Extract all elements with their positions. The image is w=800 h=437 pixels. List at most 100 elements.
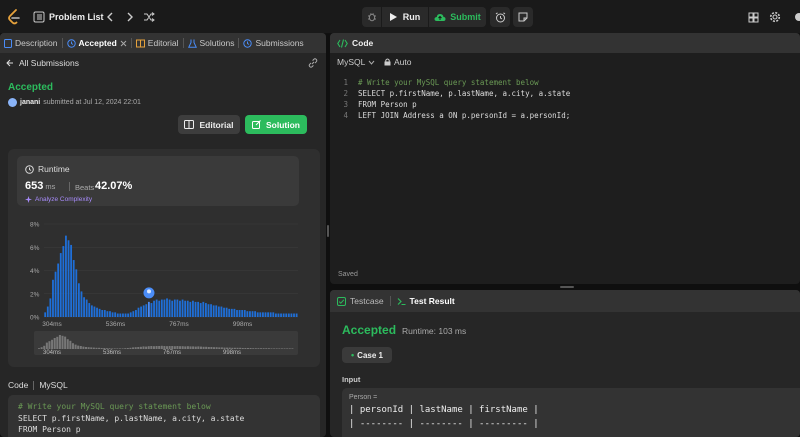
timer-button[interactable]	[490, 7, 510, 27]
avatar[interactable]	[8, 98, 17, 107]
line-number: 2	[343, 89, 348, 98]
tab-testcase[interactable]: Testcase	[337, 296, 384, 306]
x-tick-label: 536ms	[106, 321, 126, 328]
code-section-divider	[33, 380, 35, 390]
chart-bar	[173, 299, 176, 317]
saved-status: Saved	[338, 271, 358, 278]
debug-button[interactable]	[362, 7, 382, 27]
analyze-complexity-link[interactable]: Analyze Complexity	[25, 196, 92, 203]
link-icon[interactable]	[308, 58, 318, 68]
shuffle-icon[interactable]	[142, 10, 156, 24]
tab-test-result[interactable]: Test Result	[397, 296, 455, 306]
code-editor-panel: Code MySQL Auto 1 2 3 4 # Write your MyS…	[330, 33, 800, 284]
chart-bar	[98, 308, 101, 317]
line-number: 1	[343, 78, 348, 87]
chart-bar	[54, 271, 57, 317]
tab-accepted[interactable]: Accepted	[63, 33, 131, 53]
close-icon[interactable]	[120, 40, 127, 47]
code-editor[interactable]: 1 2 3 4 # Write your MySQL query stateme…	[330, 75, 800, 265]
chart-bar	[137, 307, 140, 317]
navigator-bar	[66, 339, 69, 349]
navigator-bar	[100, 348, 103, 349]
test-result-panel: Testcase Test Result Accepted Runtime: 1…	[330, 290, 800, 437]
chart-bar	[207, 304, 210, 317]
navigator-bar	[79, 346, 82, 349]
tab-submissions[interactable]: Submissions	[239, 33, 307, 53]
tab-submissions-label: Submissions	[255, 38, 304, 48]
book-icon	[184, 120, 195, 129]
chart-bar	[72, 260, 75, 317]
navigator-bar	[116, 348, 119, 349]
chart-bar	[114, 312, 117, 317]
navigator-bar	[291, 348, 294, 349]
chart-bar	[49, 298, 52, 317]
chart-bar	[181, 299, 184, 317]
chart-bar	[262, 312, 264, 317]
tab-editorial-label: Editorial	[147, 38, 179, 48]
editorial-button[interactable]: Editorial	[178, 115, 240, 134]
chart-bar	[62, 246, 65, 317]
next-problem-icon[interactable]	[123, 10, 137, 24]
case-tab-1[interactable]: • Case 1	[342, 347, 392, 363]
navigator-bar	[56, 336, 59, 349]
chart-bar	[267, 312, 269, 317]
tab-divider	[389, 296, 391, 306]
run-button[interactable]: Run	[383, 7, 427, 27]
chart-bar	[46, 306, 49, 317]
chart-bar	[44, 312, 47, 317]
splitter-handle[interactable]	[327, 225, 329, 237]
layout-grid-icon[interactable]	[746, 10, 760, 24]
tab-description[interactable]: Description	[0, 33, 62, 53]
auto-mode-toggle[interactable]: Auto	[384, 57, 412, 67]
navigator-bar	[77, 345, 80, 349]
input-variable-label: Person =	[349, 394, 378, 401]
navigator-bar	[147, 346, 150, 349]
chart-bar	[295, 313, 298, 317]
run-submit-group: Run Submit	[362, 7, 486, 27]
tab-accepted-label: Accepted	[78, 38, 117, 48]
notes-button[interactable]	[513, 7, 533, 27]
submit-button[interactable]: Submit	[428, 7, 486, 27]
chart-bar	[111, 312, 114, 317]
chart-bar	[293, 313, 295, 317]
submitted-code[interactable]: # Write your MySQL query statement below…	[8, 395, 320, 437]
chart-bar	[225, 307, 228, 317]
solution-button[interactable]: Solution	[245, 115, 307, 134]
chart-bar	[249, 311, 251, 317]
navigator-bar	[108, 348, 111, 349]
chart-bar	[184, 300, 187, 317]
navigator-bar	[226, 347, 229, 349]
all-submissions-link[interactable]: All Submissions	[6, 58, 79, 68]
chart-bar	[135, 310, 137, 317]
y-tick-label: 4%	[30, 268, 40, 275]
username[interactable]: janani	[20, 99, 40, 106]
horizontal-splitter-handle[interactable]	[560, 286, 574, 288]
history-icon	[243, 38, 253, 48]
navigator-bar	[270, 348, 273, 349]
leetcode-logo[interactable]	[6, 9, 22, 25]
problem-list-label[interactable]: Problem List	[49, 12, 104, 22]
tab-solutions[interactable]: Solutions	[184, 33, 239, 53]
navigator-bar	[51, 339, 54, 349]
prev-problem-icon[interactable]	[103, 10, 117, 24]
input-box[interactable]: Person = | personId | lastName | firstNa…	[342, 388, 800, 437]
problem-list-icon[interactable]	[33, 11, 45, 23]
language-select[interactable]: MySQL	[337, 57, 375, 67]
navigator-bar	[132, 347, 135, 349]
navigator-bar	[142, 346, 145, 349]
chart-bar	[163, 299, 166, 317]
navigator-bar	[273, 348, 276, 349]
tab-editorial[interactable]: Editorial	[132, 33, 183, 53]
navigator-bar	[213, 347, 216, 349]
navigator-tick-label: 304ms	[43, 350, 61, 356]
auto-label: Auto	[394, 57, 412, 67]
profile-icon[interactable]	[789, 10, 800, 24]
runtime-summary[interactable]: Runtime 653 ms Beats 42.07% Analyze Compl…	[17, 156, 299, 206]
navigator-bar	[87, 347, 90, 349]
navigator-bar	[171, 346, 174, 349]
flask-icon	[187, 39, 197, 48]
settings-gear-icon[interactable]	[768, 10, 782, 24]
chart-bar	[199, 303, 202, 317]
runtime-card: Runtime 653 ms Beats 42.07% Analyze Compl…	[8, 149, 320, 367]
runtime-distribution-chart[interactable]: 8%6%4%2%0%304ms 536ms 767ms 998ms304ms 536ms…	[8, 209, 320, 369]
